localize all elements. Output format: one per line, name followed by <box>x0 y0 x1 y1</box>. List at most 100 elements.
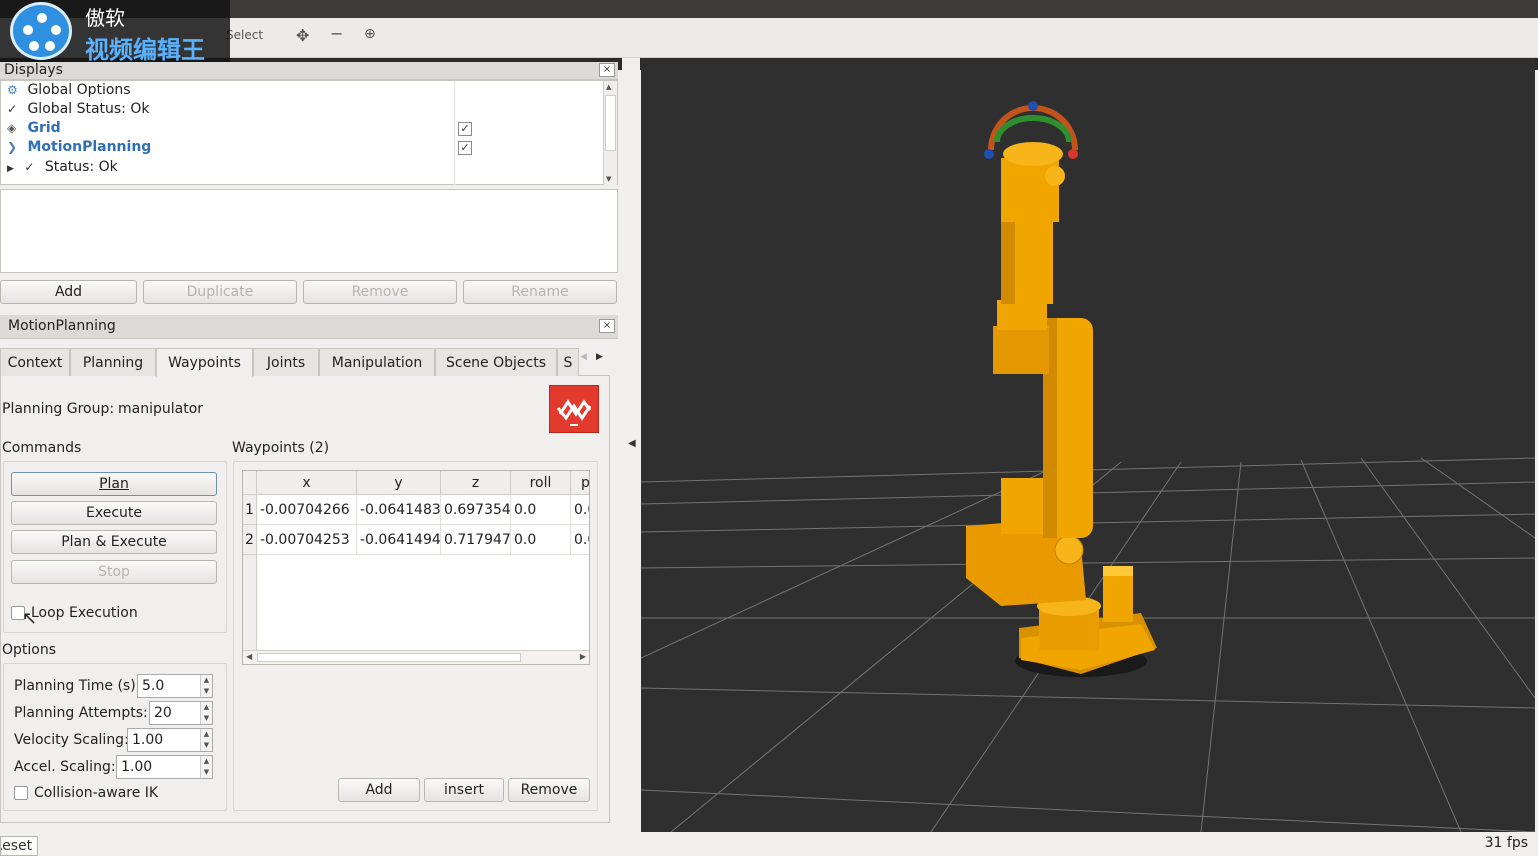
tab-waypoints[interactable]: Waypoints <box>156 348 253 377</box>
planning-time-value: 5.0 <box>142 678 165 694</box>
status-bar: 31 fps <box>0 834 1538 854</box>
plan-and-execute-button[interactable]: Plan & Execute <box>11 530 217 554</box>
table-cell[interactable]: -0.00704253 <box>257 525 357 555</box>
move-camera-icon[interactable]: ✥ <box>296 26 309 45</box>
tree-column-divider <box>454 81 455 185</box>
window-title-bar <box>0 0 1538 18</box>
tree-item-grid[interactable]: ◈ Grid <box>7 120 61 140</box>
target-icon[interactable]: ⊕ <box>364 26 376 42</box>
display-description-area <box>0 189 618 273</box>
collision-aware-ik-checkbox[interactable] <box>14 786 28 800</box>
tab-planning[interactable]: Planning <box>70 348 156 376</box>
remove-display-button[interactable]: Remove <box>303 280 457 304</box>
scroll-left-icon[interactable]: ◀ <box>246 652 252 661</box>
plan-label: Plan <box>99 476 129 492</box>
displays-tree[interactable]: ⚙ Global Options ✓ Global Status: Ok ◈ G… <box>0 80 618 185</box>
table-cell[interactable]: 0.0 <box>511 495 571 525</box>
tab-manipulation[interactable]: Manipulation <box>319 348 435 376</box>
motionplanning-title: MotionPlanning <box>8 318 116 334</box>
planning-group-value: manipulator <box>118 401 204 417</box>
stop-button[interactable]: Stop <box>11 560 217 584</box>
waypoints-horizontal-scrollbar[interactable]: ◀ ▶ <box>243 650 589 664</box>
scroll-down-icon[interactable]: ▼ <box>606 175 611 183</box>
tree-item-motionplanning[interactable]: ❯ MotionPlanning <box>7 139 151 159</box>
tree-item-global-options[interactable]: ⚙ Global Options <box>7 82 131 102</box>
checkmark-icon: ✓ <box>7 102 18 116</box>
table-cell[interactable]: -0.00704266 <box>257 495 357 525</box>
column-header-z[interactable]: z <box>441 471 511 495</box>
row-header[interactable]: 2 <box>243 525 257 555</box>
velocity-scaling-value: 1.00 <box>132 732 164 748</box>
render-viewport[interactable] <box>641 58 1535 832</box>
tab-scene-objects[interactable]: Scene Objects <box>435 348 557 376</box>
reset-label: Reset <box>1 838 33 854</box>
accel-scaling-spinbox[interactable]: 1.00 ▲ ▼ <box>116 755 213 779</box>
scroll-right-icon[interactable]: ▶ <box>580 652 586 661</box>
spin-arrows-icon[interactable]: ▲ ▼ <box>200 675 212 697</box>
reset-button[interactable]: Reset <box>0 836 38 856</box>
table-cell[interactable]: 0.0 <box>571 525 589 555</box>
watermark-text-1: 傲软 <box>85 6 125 30</box>
tab-scroll-right-icon[interactable]: ▶ <box>596 352 603 362</box>
displays-scrollbar[interactable]: ▲ ▼ <box>603 81 617 185</box>
column-header-pitch[interactable]: p <box>571 471 589 495</box>
rename-display-button[interactable]: Rename <box>463 280 617 304</box>
options-title: Options <box>2 642 57 658</box>
remove-waypoint-button[interactable]: Remove <box>508 778 590 802</box>
velocity-scaling-spinbox[interactable]: 1.00 ▲ ▼ <box>127 728 213 752</box>
add-display-button[interactable]: Add <box>0 280 137 304</box>
table-cell[interactable]: 0.0 <box>511 525 571 555</box>
grid-enabled-checkbox[interactable]: ✓ <box>458 122 472 136</box>
execute-button[interactable]: Execute <box>11 501 217 525</box>
row-header-filler <box>243 555 257 652</box>
planning-attempts-spinbox[interactable]: 20 ▲ ▼ <box>149 701 213 725</box>
spin-arrows-icon[interactable]: ▲ ▼ <box>200 756 212 778</box>
collapse-left-icon[interactable]: ◀ <box>628 438 636 449</box>
tree-item-status[interactable]: ▶ ✓ Status: Ok <box>7 159 118 179</box>
tree-item-global-status[interactable]: ✓ Global Status: Ok <box>7 101 149 121</box>
column-header-y[interactable]: y <box>357 471 441 495</box>
scrollbar-thumb[interactable] <box>605 95 616 151</box>
motionplanning-tabs: Context Planning Waypoints Joints Manipu… <box>0 346 610 377</box>
close-icon[interactable]: × <box>599 319 615 333</box>
add-waypoint-button[interactable]: Add <box>338 778 420 802</box>
duplicate-display-button[interactable]: Duplicate <box>143 280 297 304</box>
plan-button[interactable]: Plan <box>11 472 217 496</box>
insert-waypoint-button[interactable]: insert <box>424 778 504 802</box>
tree-item-label: Global Options <box>27 82 131 98</box>
spin-arrows-icon[interactable]: ▲ ▼ <box>200 729 212 751</box>
checkmark-icon: ✓ <box>24 160 35 174</box>
column-header-roll[interactable]: roll <box>511 471 571 495</box>
fps-counter: 31 fps <box>1484 835 1528 851</box>
motionplanning-enabled-checkbox[interactable]: ✓ <box>458 141 472 155</box>
table-cell[interactable]: 0.717947 <box>441 525 511 555</box>
column-header-x[interactable]: x <box>257 471 357 495</box>
select-tool[interactable]: Select <box>226 28 263 42</box>
tab-truncated[interactable]: S <box>557 348 579 376</box>
commands-title: Commands <box>2 440 82 456</box>
waypoints-title: Waypoints (2) <box>232 440 330 456</box>
row-header[interactable]: 1 <box>243 495 257 525</box>
scroll-up-icon[interactable]: ▲ <box>606 83 611 91</box>
table-cell[interactable]: -0.0641494 <box>357 525 441 555</box>
tab-context[interactable]: Context <box>0 348 70 376</box>
scrollbar-thumb[interactable] <box>257 653 521 662</box>
scene-svg <box>641 58 1535 832</box>
table-cell[interactable]: -0.0641483 <box>357 495 441 525</box>
tree-item-label: Global Status: Ok <box>27 101 150 117</box>
close-icon[interactable]: × <box>599 63 615 77</box>
grid-icon: ◈ <box>7 121 17 135</box>
panel-splitter[interactable]: ◀ <box>622 58 640 834</box>
collision-aware-ik-label: Collision-aware IK <box>34 785 159 801</box>
planning-time-spinbox[interactable]: 5.0 ▲ ▼ <box>137 674 213 698</box>
minus-icon[interactable]: − <box>330 24 343 43</box>
table-cell[interactable]: 0.697354 <box>441 495 511 525</box>
tab-scroll-left-icon[interactable]: ◀ <box>580 352 587 362</box>
spin-arrows-icon[interactable]: ▲ ▼ <box>200 702 212 724</box>
waypoints-table[interactable]: x y z roll p 1 -0.00704266 -0.0641483 0.… <box>242 470 590 665</box>
table-cell[interactable]: 0.0 <box>571 495 589 525</box>
tab-joints[interactable]: Joints <box>253 348 319 376</box>
expand-arrow-icon[interactable]: ▶ <box>7 164 14 174</box>
gear-icon: ⚙ <box>7 83 18 97</box>
moveit-logo <box>549 385 599 433</box>
